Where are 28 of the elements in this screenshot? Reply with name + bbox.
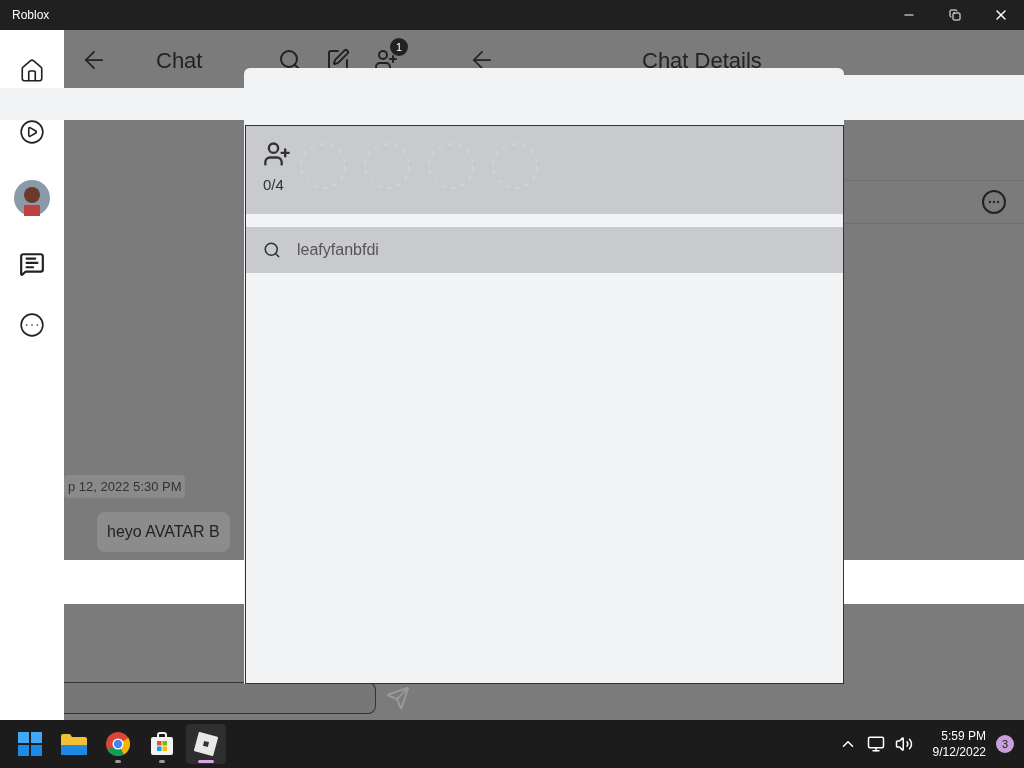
window-title: Roblox <box>12 7 50 24</box>
search-icon <box>263 241 281 259</box>
notification-badge[interactable]: 3 <box>996 735 1014 753</box>
store-bag-icon <box>150 732 174 756</box>
search-field[interactable]: leafyfanbfdi <box>246 227 843 273</box>
pane-title: Chat <box>156 46 204 75</box>
folder-icon <box>61 733 87 755</box>
clock-time[interactable]: 5:59 PM <box>941 728 986 744</box>
network-icon[interactable] <box>866 735 885 753</box>
clock-date[interactable]: 9/12/2022 <box>932 744 986 760</box>
notification-badge: 1 <box>390 38 408 56</box>
friend-count: 0/4 <box>263 175 284 195</box>
play-icon[interactable] <box>19 119 45 145</box>
more-icon[interactable] <box>19 312 45 338</box>
message-timestamp: p 12, 2022 5:30 PM <box>64 474 186 498</box>
message-bubble: heyo AVATAR B <box>97 512 230 552</box>
add-person-icon[interactable] <box>263 140 291 168</box>
browser-icon <box>106 732 130 756</box>
restore-icon <box>949 9 961 21</box>
chat-icon[interactable] <box>19 251 45 277</box>
windows-logo-icon <box>18 732 42 756</box>
taskbar-app-button[interactable] <box>186 724 226 764</box>
home-icon[interactable] <box>19 58 45 84</box>
avatar[interactable] <box>14 180 50 216</box>
volume-icon[interactable] <box>894 735 913 753</box>
more-options-icon[interactable] <box>982 190 1006 214</box>
message-input-field[interactable] <box>64 682 376 714</box>
pane-title: Chat Details <box>642 46 762 75</box>
